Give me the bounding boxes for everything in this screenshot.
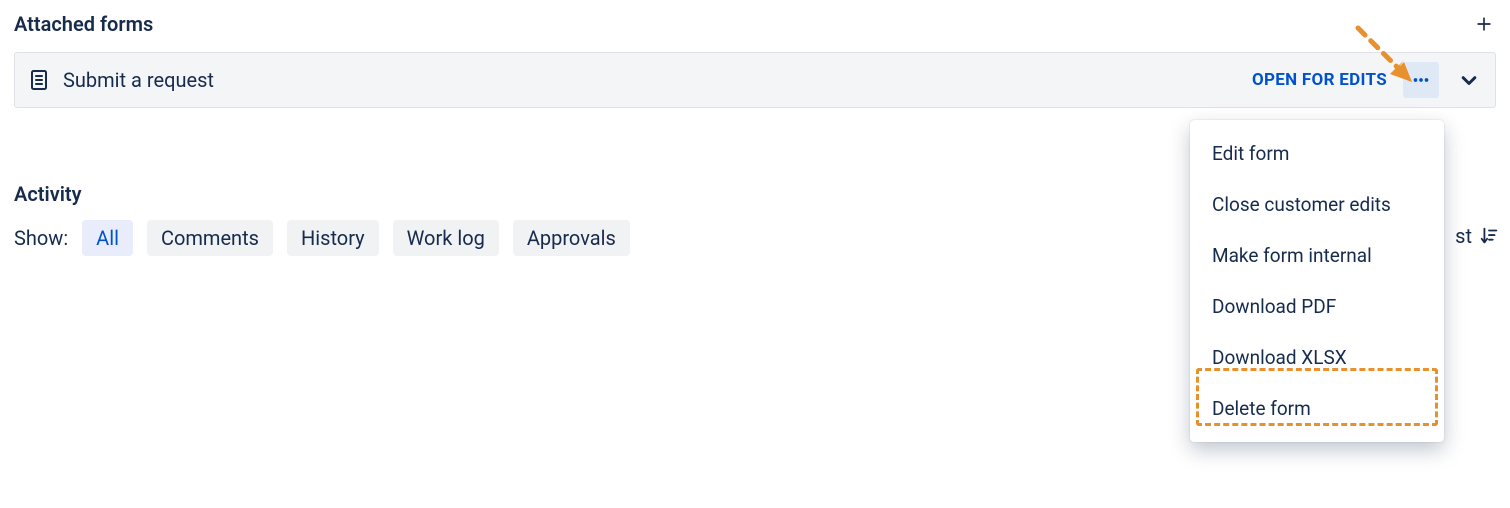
activity-tab-worklog[interactable]: Work log — [393, 220, 499, 256]
chevron-down-icon — [1455, 66, 1483, 94]
dropdown-item-edit-form[interactable]: Edit form — [1190, 128, 1444, 179]
activity-show-label: Show: — [14, 226, 68, 250]
dropdown-item-download-pdf[interactable]: Download PDF — [1190, 281, 1444, 332]
activity-tab-history[interactable]: History — [287, 220, 379, 256]
form-icon — [27, 68, 51, 92]
form-more-actions-button[interactable] — [1403, 62, 1439, 98]
dropdown-item-make-form-internal[interactable]: Make form internal — [1190, 230, 1444, 281]
dropdown-item-close-customer-edits[interactable]: Close customer edits — [1190, 179, 1444, 230]
attached-form-title: Submit a request — [63, 68, 214, 92]
activity-sort-label-fragment: st — [1455, 224, 1472, 248]
attached-form-row[interactable]: Submit a request OPEN FOR EDITS — [14, 52, 1496, 108]
activity-tab-comments[interactable]: Comments — [147, 220, 273, 256]
sort-icon — [1478, 225, 1500, 247]
form-status-label[interactable]: OPEN FOR EDITS — [1252, 70, 1387, 90]
more-horizontal-icon — [1410, 69, 1432, 91]
dropdown-item-download-xlsx[interactable]: Download XLSX — [1190, 332, 1444, 383]
form-actions-dropdown: Edit form Close customer edits Make form… — [1190, 120, 1444, 442]
attached-forms-heading: Attached forms — [14, 12, 153, 36]
activity-tab-all[interactable]: All — [82, 220, 133, 256]
activity-sort-control[interactable]: st — [1455, 224, 1500, 248]
expand-form-button[interactable] — [1455, 66, 1483, 94]
add-form-button[interactable] — [1472, 12, 1496, 36]
dropdown-item-delete-form[interactable]: Delete form — [1190, 383, 1444, 434]
activity-tab-approvals[interactable]: Approvals — [513, 220, 630, 256]
plus-icon — [1474, 14, 1494, 34]
